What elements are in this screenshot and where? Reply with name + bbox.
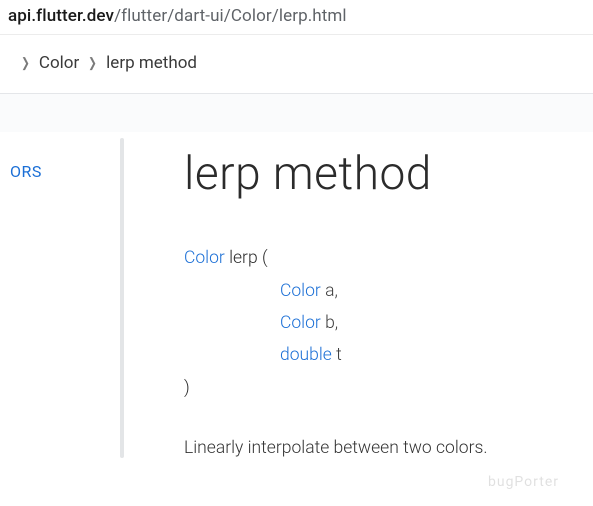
method-name: lerp	[229, 248, 262, 268]
watermark: bugPorter	[488, 474, 559, 490]
content-row: ORS lerp method Color lerp ( Color a, Co…	[0, 132, 593, 458]
toolbar-shelf	[0, 94, 593, 132]
breadcrumb: ❯ Color ❯ lerp method	[0, 35, 593, 89]
return-type[interactable]: Color	[184, 248, 225, 268]
sidebar-link-partial[interactable]: ORS	[10, 162, 42, 181]
param-trail: ,	[335, 313, 338, 333]
param-name: t	[336, 345, 342, 365]
main-content: lerp method Color lerp ( Color a, Color …	[124, 132, 593, 458]
param-row: Color b,	[184, 307, 583, 339]
param-type[interactable]: Color	[280, 313, 321, 333]
url-host: api.flutter.dev	[8, 6, 114, 26]
param-type[interactable]: double	[280, 345, 332, 365]
sidebar: ORS	[0, 132, 120, 458]
url-bar[interactable]: api.flutter.dev/flutter/dart-ui/Color/le…	[0, 0, 593, 35]
breadcrumb-item-color[interactable]: Color	[39, 53, 79, 73]
breadcrumb-item-lerp[interactable]: lerp method	[106, 53, 197, 73]
param-trail: ,	[334, 281, 337, 301]
param-name: b	[325, 313, 335, 333]
param-type[interactable]: Color	[280, 281, 321, 301]
chevron-right-icon: ❯	[88, 56, 97, 71]
page-title: lerp method	[184, 150, 583, 198]
param-row: double t	[184, 339, 583, 371]
url-path: /flutter/dart-ui/Color/lerp.html	[114, 6, 347, 26]
chevron-right-icon: ❯	[21, 56, 30, 71]
close-paren: )	[184, 378, 190, 398]
param-row: Color a,	[184, 275, 583, 307]
open-paren: (	[262, 248, 268, 268]
method-description: Linearly interpolate between two colors.	[184, 438, 583, 458]
method-signature: Color lerp ( Color a, Color b, double t …	[184, 242, 583, 404]
